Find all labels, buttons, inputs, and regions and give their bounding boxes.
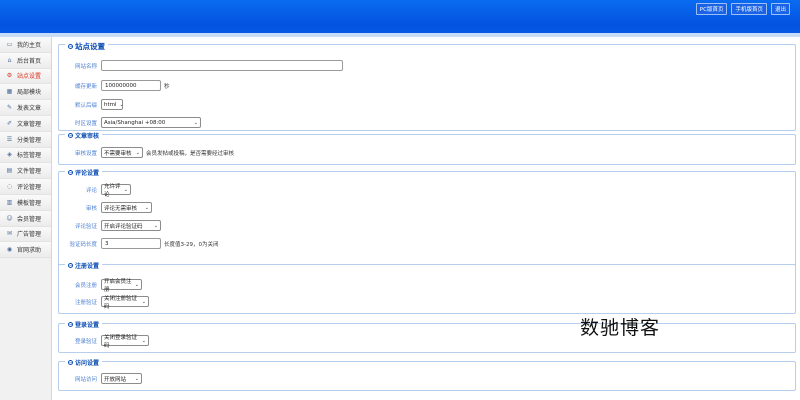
comment-icon: ◌ [6,183,13,191]
ad-icon: ✉ [6,230,13,238]
collapse-icon[interactable]: − [68,170,73,175]
sidebar-item-my-home[interactable]: ▭ 我的主页 [0,37,51,53]
category-icon: ☰ [6,135,13,143]
folder-icon: ▤ [6,167,13,175]
help-icon: ◉ [6,246,13,254]
site-name-input[interactable] [101,60,343,71]
doc-edit-icon: ✐ [6,119,13,127]
audit-select[interactable]: 不需要审核 ⌄ [101,147,143,158]
cache-label: 缓存更新 [74,83,97,90]
sidebar-item-ad-manage[interactable]: ✉ 广告管理 [0,226,51,243]
pc-home-link[interactable]: PC版首页 [695,3,728,15]
captcha-length-label: 验证码长度 [69,241,97,248]
comment-allow-label: 评论 [85,187,97,194]
audit-hint: 会员发帖或投稿，是否需要经过审核 [146,150,235,157]
comment-audit-label: 审核 [85,205,97,212]
cache-unit: 秒 [164,83,170,90]
login-captcha-select[interactable]: 关闭登录验证码 ⌄ [101,335,149,349]
site-name-label: 网站名称 [74,63,97,70]
top-links: PC版首页 手机版首页 退出 [695,3,790,15]
chevron-down-icon: ⌄ [119,101,124,108]
register-captcha-select[interactable]: 关闭注册验证码 ⌄ [101,296,149,310]
sidebar-item-category-manage[interactable]: ☰ 分类管理 [0,131,51,148]
gear-icon: ⚙ [6,72,13,80]
chevron-down-icon: ⌄ [144,204,149,211]
module-icon: ▦ [6,88,13,96]
chevron-down-icon: ⌄ [193,119,198,126]
chevron-down-icon: ⌄ [141,298,146,305]
logout-link[interactable]: 退出 [770,3,790,15]
sidebar-item-site-settings[interactable]: ⚙ 站点设置 [0,68,51,85]
member-register-label: 会员注册 [74,282,97,289]
cache-input[interactable]: 100000000 [101,80,161,91]
captcha-length-hint: 长度值3-29，0为关闭 [164,241,219,248]
home-icon: ⌂ [7,56,12,64]
audit-label: 审核设置 [74,150,97,157]
sidebar-item-template-manage[interactable]: ▥ 模板管理 [0,194,51,211]
sidebar-item-post-article[interactable]: ✎ 发表文章 [0,100,51,116]
register-captcha-label: 注册验证 [74,299,97,306]
top-header [0,0,800,36]
comment-audit-select[interactable]: 评论无需审核 ⌄ [101,202,152,213]
login-title: − 登录设置 [65,320,103,329]
collapse-icon[interactable]: − [68,322,73,327]
chevron-down-icon: ⌄ [153,222,158,229]
sidebar-item-tag-manage[interactable]: ◈ 标签管理 [0,147,51,164]
comment-allow-select[interactable]: 允许评论 ⌄ [101,184,131,198]
audit-settings-panel: − 文章审核 审核设置 不需要审核 ⌄ 会员发帖或投稿，是否需要经过审核 [58,131,796,165]
captcha-length-input[interactable]: 3 [101,238,161,249]
chevron-down-icon: ⌄ [134,375,139,382]
member-register-select[interactable]: 开启会员注册 ⌄ [101,279,142,293]
chevron-down-icon: ⌄ [141,337,146,344]
user-icon: ☺ [6,214,13,222]
monitor-icon: ▭ [6,40,13,48]
audit-title: − 文章审核 [65,131,103,140]
template-icon: ▥ [6,198,13,206]
panel-title: − 站点设置 [65,41,108,52]
login-settings-panel: − 登录设置 登录验证 关闭登录验证码 ⌄ [58,320,796,353]
mobile-home-link[interactable]: 手机版首页 [731,3,767,15]
visit-title: − 访问设置 [65,358,103,367]
sidebar: ▭ 我的主页 ⌂ 后台首页 ⚙ 站点设置 ▦ 局部模块 ✎ 发表文章 ✐ 文章管理 ☰ 分类管… [0,37,52,400]
collapse-icon[interactable]: − [68,360,73,365]
chevron-down-icon: ⌄ [123,186,128,193]
comment-title: − 评论设置 [65,168,103,177]
chevron-down-icon: ⌄ [135,149,140,156]
sidebar-item-modules[interactable]: ▦ 局部模块 [0,84,51,101]
visit-settings-panel: − 访问设置 网站访问 开放网站 ⌄ [58,358,796,391]
suffix-label: 默认后缀 [74,102,97,109]
site-access-label: 网站访问 [74,376,97,383]
site-access-select[interactable]: 开放网站 ⌄ [101,373,142,384]
suffix-select[interactable]: html ⌄ [101,99,124,110]
edit-icon: ✎ [6,104,13,112]
timezone-select[interactable]: Asia/Shanghai +08:00 ⌄ [101,117,201,128]
login-captcha-label: 登录验证 [74,338,97,345]
sidebar-item-help[interactable]: ◉ 官网求助 [0,242,51,259]
watermark-text: 数驰博客 [580,317,661,339]
sidebar-item-comment-manage[interactable]: ◌ 评论管理 [0,179,51,195]
sidebar-item-member-manage[interactable]: ☺ 会员管理 [0,210,51,227]
collapse-icon[interactable]: − [68,44,73,49]
tag-icon: ◈ [7,151,12,159]
register-panel: − 注册设置 会员注册 开启会员注册 ⌄ 注册验证 关闭注册验证码 ⌄ [58,261,796,314]
sidebar-item-file-manage[interactable]: ▤ 文件管理 [0,163,51,180]
comment-captcha-select[interactable]: 开启评论验证码 ⌄ [101,220,161,231]
chevron-down-icon: ⌄ [134,281,139,288]
timezone-label: 时区设置 [74,120,97,127]
collapse-icon[interactable]: − [68,133,73,138]
register-heading: − 注册设置 [65,261,103,270]
collapse-icon[interactable]: − [68,263,73,268]
sidebar-item-article-manage[interactable]: ✐ 文章管理 [0,115,51,132]
sidebar-item-admin-home[interactable]: ⌂ 后台首页 [0,52,51,69]
comment-captcha-label: 评论验证 [74,223,97,230]
site-settings-panel: − 站点设置 网站名称 缓存更新 100000000 秒 默认后缀 html ⌄ 时… [58,41,796,131]
